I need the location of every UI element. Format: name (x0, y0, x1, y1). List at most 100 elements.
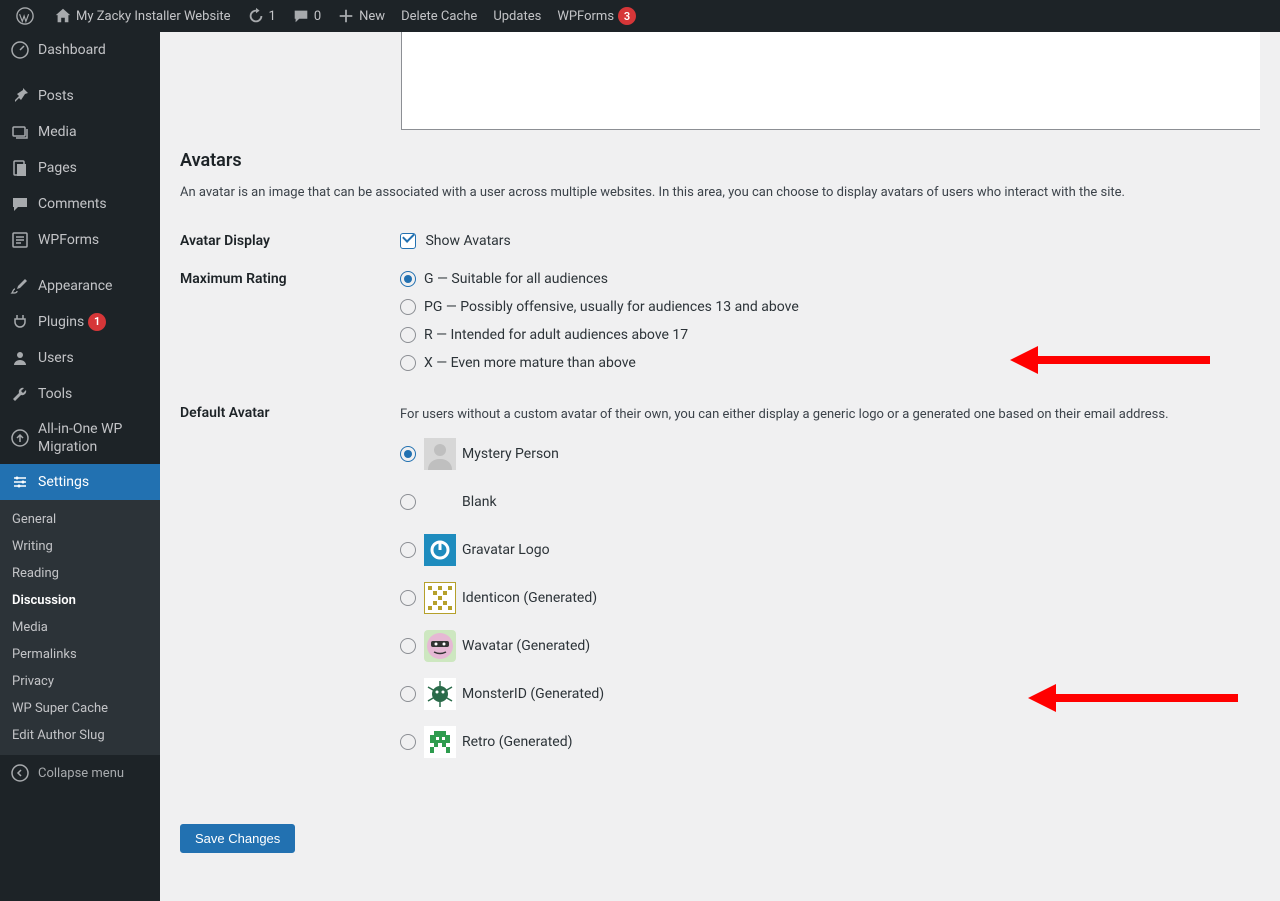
default-avatar-description: For users without a custom avatar of the… (400, 405, 1260, 425)
avatar-blank-radio[interactable] (400, 494, 416, 510)
row-max-rating: Maximum Rating G — Suitable for all audi… (180, 271, 1260, 383)
plus-icon (337, 7, 355, 25)
label-avatar-display: Avatar Display (180, 233, 400, 249)
sliders-icon (10, 472, 30, 492)
updates-indicator[interactable]: 1 (239, 0, 284, 32)
retro-icon (424, 726, 456, 758)
submenu-supercache[interactable]: WP Super Cache (0, 695, 160, 722)
avatar-wavatar-label[interactable]: Wavatar (Generated) (462, 638, 590, 654)
comments-icon (10, 194, 30, 214)
menu-settings[interactable]: Settings (0, 464, 160, 500)
admin-bar: My Zacky Installer Website 1 0 New Delet… (0, 0, 1280, 32)
wavatar-icon (424, 630, 456, 662)
avatars-description: An avatar is an image that can be associ… (180, 183, 1260, 203)
menu-pages[interactable]: Pages (0, 150, 160, 186)
home-icon (54, 7, 72, 25)
rating-g-label[interactable]: G — Suitable for all audiences (424, 271, 608, 287)
admin-sidebar: Dashboard Posts Media Pages Comments WPF… (0, 32, 160, 901)
rating-r-label[interactable]: R — Intended for adult audiences above 1… (424, 327, 688, 343)
rating-pg-radio[interactable] (400, 299, 416, 315)
pin-icon (10, 86, 30, 106)
menu-wpforms[interactable]: WPForms (0, 222, 160, 258)
submenu-privacy[interactable]: Privacy (0, 668, 160, 695)
blank-avatar-icon (424, 486, 456, 518)
save-changes-button[interactable]: Save Changes (180, 824, 295, 853)
label-max-rating: Maximum Rating (180, 271, 400, 287)
submenu-media[interactable]: Media (0, 614, 160, 641)
wp-logo[interactable] (8, 0, 46, 32)
row-avatar-display: Avatar Display Show Avatars (180, 233, 1260, 249)
menu-plugins[interactable]: Plugins 1 (0, 304, 160, 340)
pages-icon (10, 158, 30, 178)
media-icon (10, 122, 30, 142)
rating-r-radio[interactable] (400, 327, 416, 343)
wpforms-badge: 3 (618, 7, 636, 25)
new-content[interactable]: New (329, 0, 393, 32)
submenu-editauthor[interactable]: Edit Author Slug (0, 722, 160, 749)
wpforms-link[interactable]: WPForms 3 (549, 0, 644, 32)
mystery-person-icon (424, 438, 456, 470)
updates-link[interactable]: Updates (485, 0, 549, 32)
rating-g-radio[interactable] (400, 271, 416, 287)
label-default-avatar: Default Avatar (180, 405, 400, 421)
comments-indicator[interactable]: 0 (284, 0, 329, 32)
show-avatars-checkbox[interactable] (400, 233, 416, 249)
plugins-badge: 1 (88, 313, 106, 331)
monsterid-icon (424, 678, 456, 710)
avatar-gravatar-radio[interactable] (400, 542, 416, 558)
menu-dashboard[interactable]: Dashboard (0, 32, 160, 68)
menu-posts[interactable]: Posts (0, 78, 160, 114)
avatar-blank-label[interactable]: Blank (462, 494, 497, 510)
rating-x-label[interactable]: X — Even more mature than above (424, 355, 636, 371)
gravatar-logo-icon (424, 534, 456, 566)
main-content: Avatars An avatar is an image that can b… (160, 32, 1280, 901)
show-avatars-label[interactable]: Show Avatars (400, 233, 511, 249)
collapse-icon (10, 763, 30, 783)
menu-allinone[interactable]: All-in-One WP Migration (0, 412, 160, 464)
wrench-icon (10, 384, 30, 404)
avatar-identicon-label[interactable]: Identicon (Generated) (462, 590, 597, 606)
plug-icon (10, 312, 30, 332)
new-label: New (359, 9, 385, 24)
menu-comments[interactable]: Comments (0, 186, 160, 222)
avatars-heading: Avatars (180, 150, 1260, 171)
submenu-discussion[interactable]: Discussion (0, 587, 160, 614)
avatar-monsterid-label[interactable]: MonsterID (Generated) (462, 686, 604, 702)
brush-icon (10, 276, 30, 296)
menu-media[interactable]: Media (0, 114, 160, 150)
avatar-identicon-radio[interactable] (400, 590, 416, 606)
avatar-monsterid-radio[interactable] (400, 686, 416, 702)
submenu-reading[interactable]: Reading (0, 560, 160, 587)
collapse-menu[interactable]: Collapse menu (0, 755, 160, 791)
updates-count: 1 (269, 9, 276, 24)
row-default-avatar: Default Avatar For users without a custo… (180, 405, 1260, 775)
avatar-gravatar-label[interactable]: Gravatar Logo (462, 542, 550, 558)
rating-pg-label[interactable]: PG — Possibly offensive, usually for aud… (424, 299, 799, 315)
submenu-permalinks[interactable]: Permalinks (0, 641, 160, 668)
avatar-retro-radio[interactable] (400, 734, 416, 750)
avatar-mystery-radio[interactable] (400, 446, 416, 462)
site-name-text: My Zacky Installer Website (76, 9, 231, 24)
user-icon (10, 348, 30, 368)
avatar-wavatar-radio[interactable] (400, 638, 416, 654)
submenu-general[interactable]: General (0, 506, 160, 533)
rating-x-radio[interactable] (400, 355, 416, 371)
menu-appearance[interactable]: Appearance (0, 268, 160, 304)
menu-tools[interactable]: Tools (0, 376, 160, 412)
comments-count: 0 (314, 9, 321, 24)
refresh-icon (247, 7, 265, 25)
avatar-retro-label[interactable]: Retro (Generated) (462, 734, 572, 750)
avatar-mystery-label[interactable]: Mystery Person (462, 446, 559, 462)
previous-setting-box (401, 32, 1260, 130)
settings-submenu: General Writing Reading Discussion Media… (0, 500, 160, 755)
delete-cache[interactable]: Delete Cache (393, 0, 485, 32)
dashboard-icon (10, 40, 30, 60)
site-name[interactable]: My Zacky Installer Website (46, 0, 239, 32)
wordpress-icon (16, 7, 34, 25)
migration-icon (10, 428, 30, 448)
menu-users[interactable]: Users (0, 340, 160, 376)
submenu-writing[interactable]: Writing (0, 533, 160, 560)
form-icon (10, 230, 30, 250)
comment-icon (292, 7, 310, 25)
identicon-icon (424, 582, 456, 614)
